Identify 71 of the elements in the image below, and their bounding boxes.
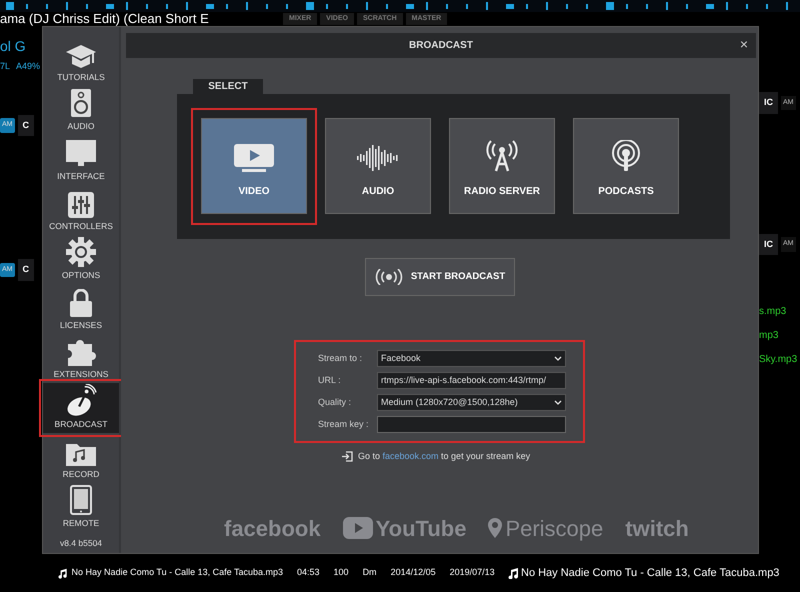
broadcast-type-tile[interactable]: VIDEO [201, 118, 307, 214]
gear-icon [66, 237, 96, 268]
sidebar-item[interactable]: INTERFACE [43, 135, 119, 185]
satellite-dish-icon [65, 384, 97, 416]
platform-logo: Periscope [488, 512, 604, 544]
dropdown-field[interactable]: Medium (1280x720@1500,128he) [377, 394, 566, 411]
chevron-down-icon [554, 400, 562, 405]
map-pin-icon [488, 518, 502, 538]
graduation-cap-icon [65, 42, 97, 69]
platform-logo: twitch [625, 514, 689, 542]
file-name[interactable]: Sky.mp3 [759, 348, 800, 372]
deck-info: 7L [0, 60, 10, 73]
deck-button[interactable]: IC [759, 234, 778, 255]
sidebar-item[interactable]: TUTORIALS [43, 36, 119, 86]
play-badge-icon [342, 517, 373, 539]
track-time: 04:53 [297, 566, 320, 580]
facebook-link[interactable]: facebook.com [382, 451, 439, 461]
file-name[interactable]: s.mp3 [759, 300, 800, 324]
field-label: Quality : [318, 396, 352, 409]
close-button[interactable]: × [740, 37, 748, 51]
sign-in-icon [342, 451, 353, 462]
platform-logo: facebook [224, 514, 321, 542]
track-added: 2014/12/05 [390, 566, 436, 580]
deck-info: A49% [16, 60, 40, 73]
help-text: Go to facebook.com to get your stream key [358, 450, 530, 463]
sidebar-item[interactable]: OPTIONS [43, 234, 119, 284]
start-broadcast-button[interactable]: START BROADCAST [365, 258, 515, 296]
music-note-icon [508, 568, 519, 578]
sidebar-item[interactable]: LICENSES [43, 284, 119, 334]
track-title[interactable]: No Hay Nadie Como Tu - Calle 13, Cafe Tacuba.mp3 [72, 566, 283, 580]
microphone-icon [611, 140, 641, 172]
field-label: URL : [318, 374, 342, 387]
file-name[interactable]: mp3 [759, 324, 800, 348]
platform-logo: YouTube [342, 512, 466, 544]
video-player-icon [234, 144, 274, 172]
track-bpm: 100 [334, 566, 349, 580]
deck-button[interactable]: C [18, 114, 34, 136]
monitor-icon [66, 140, 96, 168]
broadcast-type-tile[interactable]: AUDIO [325, 118, 431, 214]
deck-button[interactable]: IC [759, 92, 778, 114]
music-note-icon [58, 568, 68, 578]
field-label: Stream to : [318, 352, 364, 365]
sidebar-item[interactable]: REMOTE [43, 482, 119, 532]
broadcast-waves-icon [374, 269, 403, 285]
input-field[interactable]: rtmps://live-api-s.facebook.com:443/rtmp/ [377, 372, 566, 389]
broadcast-type-tile[interactable]: RADIO SERVER [449, 118, 555, 214]
sound-wave-icon [356, 144, 400, 172]
track-title[interactable]: No Hay Nadie Como Tu - Calle 13, Cafe Tacuba.mp3 [521, 564, 780, 582]
broadcast-type-tile[interactable]: PODCASTS [573, 118, 679, 214]
sidebar-item[interactable]: AUDIO [43, 86, 119, 136]
sidebar-item[interactable]: EXTENSIONS [43, 334, 119, 384]
version-label: v8.4 b5504 [60, 536, 102, 550]
sidebar-item[interactable]: BROADCAST [43, 383, 119, 433]
field-label: Stream key : [318, 418, 370, 431]
sidebar-item[interactable]: RECORD [43, 432, 119, 482]
track-played: 2019/07/13 [450, 566, 495, 580]
input-field[interactable] [377, 416, 566, 433]
radio-tower-icon [486, 140, 518, 172]
dropdown-field[interactable]: Facebook [377, 350, 566, 367]
artist-name: ol G [0, 37, 27, 56]
sidebar-item[interactable]: CONTROLLERS [43, 184, 119, 234]
music-folder-icon [66, 442, 96, 466]
track-key: Dm [362, 566, 377, 580]
speaker-icon [70, 88, 92, 118]
dialog-title: BROADCAST [409, 39, 473, 53]
track-title: ama (DJ Chriss Edit) (Clean Short E [0, 12, 210, 26]
chevron-down-icon [554, 356, 562, 361]
tablet-icon [70, 485, 92, 516]
sliders-icon [68, 192, 94, 218]
padlock-icon [70, 288, 92, 317]
deck-button[interactable]: C [18, 259, 34, 280]
